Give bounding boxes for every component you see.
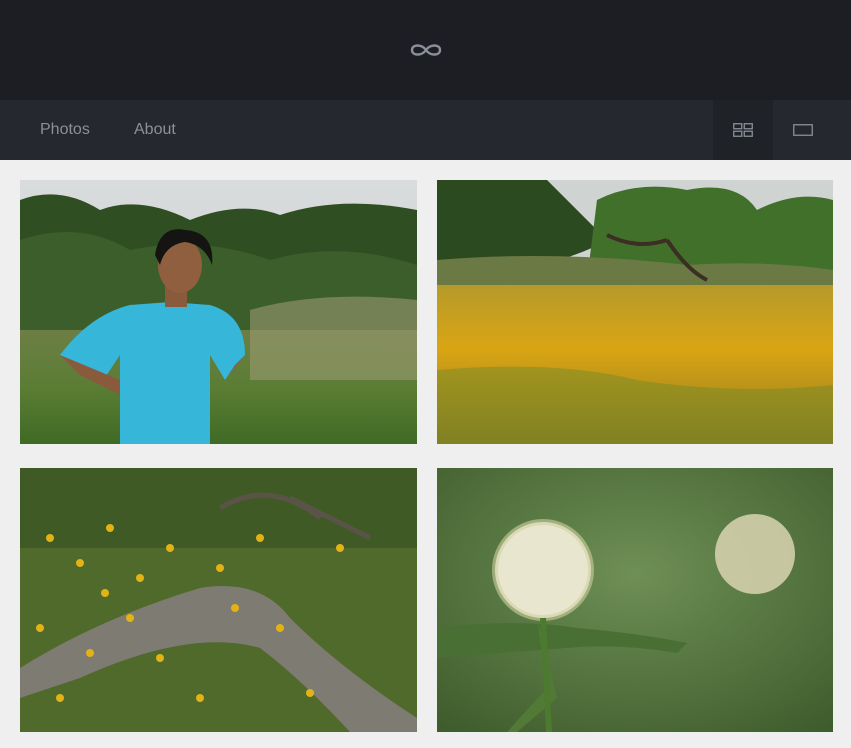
nav-link-about[interactable]: About [134, 100, 176, 160]
site-header [0, 0, 851, 100]
gallery-photo-meadow[interactable] [437, 180, 833, 444]
single-view-icon [793, 124, 813, 136]
nav-link-photos[interactable]: Photos [40, 100, 90, 160]
single-view-button[interactable] [773, 100, 833, 160]
grid-view-button[interactable] [713, 100, 773, 160]
gallery-photo-log[interactable] [20, 468, 417, 732]
main-nav: Photos About [0, 100, 851, 160]
gallery-photo-person[interactable] [20, 180, 417, 444]
infinity-icon[interactable] [408, 41, 444, 59]
gallery-photo-milkweed[interactable] [437, 468, 833, 732]
grid-view-icon [733, 123, 753, 137]
